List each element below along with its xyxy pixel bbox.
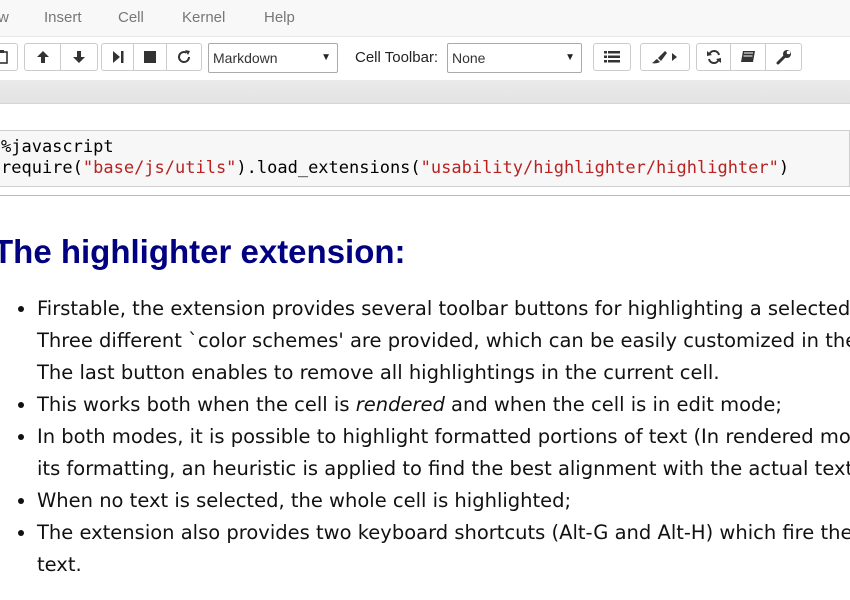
list-item: The extension also provides two keyboard… <box>37 517 850 581</box>
dropdown-arrow-icon: ▼ <box>565 52 575 63</box>
code-token: ).load_extensions( <box>236 158 421 178</box>
menu-bar: w Insert Cell Kernel Help <box>0 0 850 37</box>
dropdown-arrow-icon: ▼ <box>321 52 331 63</box>
restart-kernel-button[interactable] <box>167 43 202 71</box>
code-string: "base/js/utils" <box>82 158 237 178</box>
sync-icon <box>706 49 721 65</box>
code-line-1: %javascript <box>1 137 849 158</box>
step-forward-icon <box>112 51 123 63</box>
code-token: require( <box>1 158 83 178</box>
paste-icon <box>0 50 8 64</box>
wrench-icon <box>776 50 791 65</box>
menu-help[interactable]: Help <box>264 9 295 26</box>
cell-type-value: Markdown <box>213 50 278 66</box>
list-item-text: When no text is selected, the whole cell… <box>37 489 572 512</box>
refresh-icon <box>178 50 191 63</box>
header-separator <box>0 80 850 104</box>
list-item-text: In both modes, it is possible to highlig… <box>37 425 850 448</box>
list-item-text: The last button enables to remove all hi… <box>37 361 720 384</box>
refresh-button[interactable] <box>696 43 731 71</box>
highlighter-dropdown-button[interactable] <box>640 43 690 71</box>
book-button[interactable] <box>731 43 766 71</box>
cell-toolbar-label: Cell Toolbar: <box>355 49 439 66</box>
list-icon <box>604 51 620 63</box>
menu-insert[interactable]: Insert <box>44 9 82 26</box>
list-item: When no text is selected, the whole cell… <box>37 485 850 517</box>
command-palette-button[interactable] <box>593 43 631 71</box>
paste-cell-button[interactable] <box>0 43 18 71</box>
move-cell-up-button[interactable] <box>24 43 61 71</box>
cell-divider <box>0 195 850 196</box>
settings-button[interactable] <box>766 43 802 71</box>
menu-view[interactable]: w <box>0 9 9 26</box>
emphasis-text: rendered <box>355 393 445 416</box>
paint-brush-icon <box>652 51 677 64</box>
book-icon <box>741 51 755 62</box>
code-string: "usability/highlighter/highlighter" <box>420 158 779 178</box>
interrupt-kernel-button[interactable] <box>134 43 167 71</box>
cell-type-select[interactable]: Markdown ▼ <box>208 43 338 73</box>
magic-command: %javascript <box>1 137 114 157</box>
code-token: ) <box>778 158 790 178</box>
list-item: This works both when the cell is rendere… <box>37 389 850 421</box>
list-item-text: The extension also provides two keyboard… <box>37 521 850 544</box>
cell-toolbar-value: None <box>452 50 486 66</box>
run-cell-button[interactable] <box>101 43 134 71</box>
move-cell-down-button[interactable] <box>61 43 98 71</box>
list-item-text: and when the cell is in edit mode; <box>444 393 782 416</box>
list-item: Firstable, the extension provides severa… <box>37 293 850 389</box>
list-item: In both modes, it is possible to highlig… <box>37 421 850 485</box>
list-item-text: text. <box>37 553 82 576</box>
notebook-toolbar: Markdown ▼ Cell Toolbar: None ▼ <box>0 37 850 79</box>
stop-icon <box>144 51 156 63</box>
cell-toolbar-select[interactable]: None ▼ <box>447 43 582 73</box>
menu-cell[interactable]: Cell <box>118 9 144 26</box>
list-item-text: Three different `color schemes' are prov… <box>37 329 850 352</box>
arrow-up-icon <box>36 51 49 63</box>
arrow-down-icon <box>73 51 85 63</box>
code-line-2: require("base/js/utils").load_extensions… <box>1 158 849 179</box>
feature-list: Firstable, the extension provides severa… <box>0 293 850 581</box>
menu-kernel[interactable]: Kernel <box>182 9 225 26</box>
list-item-text: This works both when the cell is <box>37 393 356 416</box>
list-item-text: Firstable, the extension provides severa… <box>37 297 850 320</box>
markdown-heading: The highlighter extension: <box>0 233 406 270</box>
code-cell-input[interactable]: %javascript require("base/js/utils").loa… <box>0 130 850 187</box>
list-item-text: its formatting, an heuristic is applied … <box>37 457 850 480</box>
